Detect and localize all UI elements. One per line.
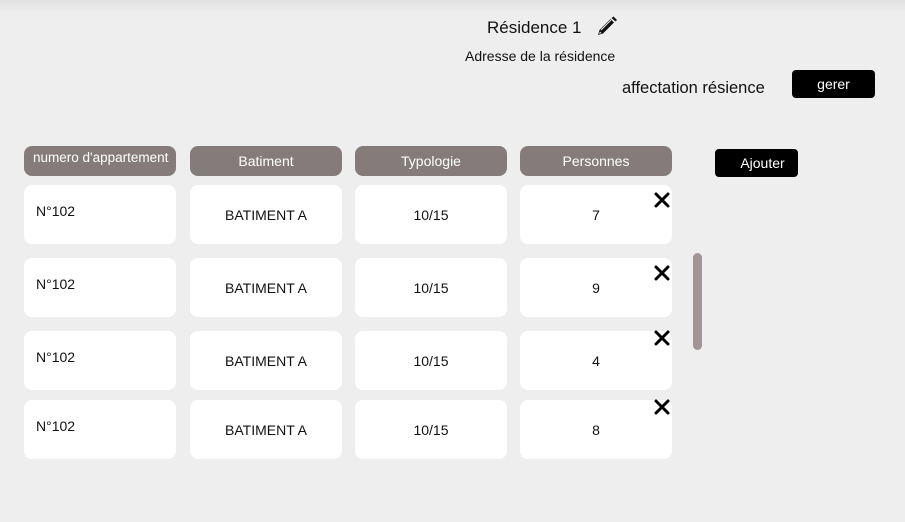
gerer-button[interactable]: gerer	[792, 70, 875, 98]
residence-title: Résidence 1	[487, 18, 582, 37]
column-header-numero: numero d'appartement	[24, 146, 176, 176]
column-header-batiment: Batiment	[190, 146, 342, 176]
cell-batiment: BATIMENT A	[190, 258, 342, 317]
cell-batiment: BATIMENT A	[190, 400, 342, 459]
close-icon[interactable]	[653, 329, 671, 347]
add-button[interactable]: Ajouter	[715, 149, 798, 177]
cell-personnes: 7	[520, 185, 672, 244]
cell-typologie: 10/15	[355, 258, 507, 317]
residence-address: Adresse de la résidence	[465, 48, 616, 64]
cell-typologie: 10/15	[355, 185, 507, 244]
top-shadow	[0, 0, 905, 14]
column-header-personnes: Personnes	[520, 146, 672, 176]
cell-personnes: 9	[520, 258, 672, 317]
scrollbar-thumb[interactable]	[693, 253, 702, 350]
close-icon[interactable]	[653, 264, 671, 282]
column-header-typologie: Typologie	[355, 146, 507, 176]
cell-numero: N°102	[24, 185, 176, 244]
cell-batiment: BATIMENT A	[190, 331, 342, 390]
cell-batiment: BATIMENT A	[190, 185, 342, 244]
close-icon[interactable]	[653, 398, 671, 416]
cell-numero: N°102	[24, 400, 176, 459]
cell-personnes: 8	[520, 400, 672, 459]
cell-typologie: 10/15	[355, 331, 507, 390]
affectation-label: affectation résience	[622, 79, 765, 97]
cell-personnes: 4	[520, 331, 672, 390]
close-icon[interactable]	[653, 191, 671, 209]
cell-numero: N°102	[24, 258, 176, 317]
pencil-icon[interactable]	[595, 16, 619, 38]
cell-numero: N°102	[24, 331, 176, 390]
cell-typologie: 10/15	[355, 400, 507, 459]
